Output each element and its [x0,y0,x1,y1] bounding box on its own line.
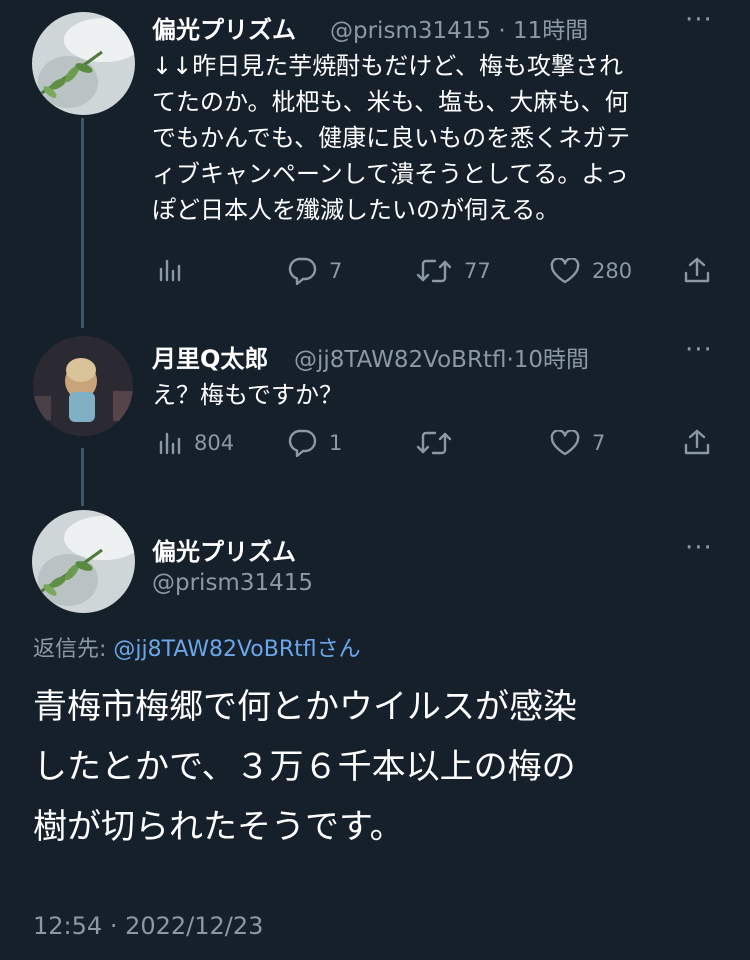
tweet-meta: @prism31415 · 11時間 [330,11,588,45]
thread-line [81,118,84,328]
text-line: でもかんでも、健康に良いものを悉くネガテ [152,124,631,152]
separator: · [109,912,118,940]
analytics-icon [159,259,181,282]
tweet-text: 青梅市梅郷で何とかウイルスが感染 したとかで、３万６千本以上の梅の 樹が切られた… [33,677,733,857]
heart-icon [550,258,580,284]
tweet-meta: @jj8TAW82VoBRtfl·10時間 [294,340,589,374]
reply-context: 返信先: @jj8TAW82VoBRtflさん [33,631,361,663]
retweet-icon [416,259,452,283]
views-button[interactable]: 804 [158,431,234,455]
retweet-icon [416,431,452,455]
more-options-icon[interactable]: ··· [685,337,713,363]
tweet-date: 2022/12/23 [125,912,264,940]
heart-icon [550,430,580,456]
reply-label: 返信先: [33,637,107,662]
display-name[interactable]: 月里Q太郎 [152,339,268,374]
avatar[interactable] [32,12,135,115]
analytics-icon [159,432,181,455]
tweet-text: え？梅もですか？ [152,381,344,409]
text-line: てたのか。枇杷も、米も、塩も、大麻も、何 [152,88,629,116]
avatar[interactable] [33,336,133,436]
avatar[interactable] [32,510,135,613]
views-button[interactable] [158,258,182,282]
reply-target-link[interactable]: @jj8TAW82VoBRtflさん [113,637,360,662]
user-handle[interactable]: @prism31415 [152,570,313,596]
text-line: ↓↓昨日見た芋焼酎もだけど、梅も攻撃され [152,52,624,80]
tweet-text: ↓↓昨日見た芋焼酎もだけど、梅も攻撃され てたのか。枇杷も、米も、塩も、大麻も、… [152,48,722,228]
display-name[interactable]: 偏光プリズム [152,10,296,45]
more-options-icon[interactable]: ··· [685,7,713,33]
retweet-button[interactable]: 77 [416,258,491,284]
views-count: 804 [194,431,235,455]
user-handle[interactable]: @jj8TAW82VoBRtfl [294,347,506,373]
text-line: したとかで、３万６千本以上の梅の [33,747,576,787]
text-line: ィブキャンペーンして潰そうとしてる。よっ [152,160,629,188]
retweet-count: 77 [464,259,491,283]
separator: · [506,347,514,373]
text-line: ぽど日本人を殲滅したいのが伺える。 [152,196,560,224]
reply-count: 7 [329,259,343,283]
like-button[interactable]: 280 [550,258,632,284]
display-name[interactable]: 偏光プリズム [152,532,296,567]
reply-button[interactable]: 1 [287,429,342,457]
share-icon [684,429,710,455]
text-line: 青梅市梅郷で何とかウイルスが感染 [33,687,577,727]
text-line: 樹が切られたそうです。 [33,807,404,847]
share-icon [684,257,710,283]
user-handle[interactable]: @prism31415 [330,18,491,44]
tweet-datetime[interactable]: 12:54 · 2022/12/23 [33,912,263,940]
reply-button[interactable]: 7 [287,257,342,285]
like-button[interactable]: 7 [550,430,605,456]
reply-icon [288,257,317,285]
share-button[interactable] [683,428,711,456]
tweet-time: 12:54 [33,912,103,940]
like-count: 7 [592,431,606,455]
reply-icon [288,429,317,457]
more-options-icon[interactable]: ··· [685,535,713,561]
share-button[interactable] [683,256,711,284]
thread-line [81,448,84,506]
retweet-button[interactable] [416,430,452,456]
like-count: 280 [592,259,633,283]
timestamp[interactable]: 11時間 [513,18,588,44]
timestamp[interactable]: 10時間 [514,347,589,373]
reply-count: 1 [329,431,343,455]
separator: · [498,18,506,44]
